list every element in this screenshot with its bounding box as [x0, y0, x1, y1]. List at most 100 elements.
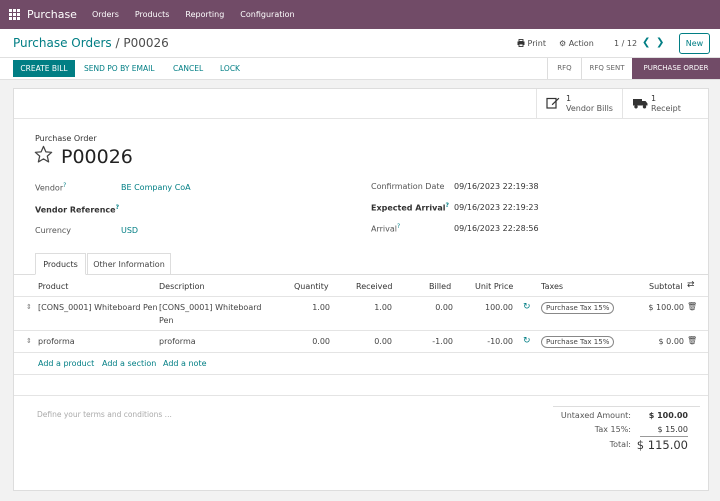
expected-arrival-label: Expected Arrival?: [371, 202, 449, 213]
receipt-label: Receipt: [651, 104, 681, 113]
trash-icon[interactable]: 🗑: [687, 336, 697, 345]
row-divider: [14, 395, 708, 396]
totals-divider: [553, 406, 700, 407]
chevron-left-icon[interactable]: ❮: [642, 37, 650, 48]
col-subtotal[interactable]: Subtotal: [649, 282, 683, 291]
cell-billed[interactable]: 0.00: [417, 303, 453, 312]
breadcrumb-current: P00026: [123, 36, 169, 50]
help-icon: ?: [445, 202, 449, 209]
col-description[interactable]: Description: [159, 282, 205, 291]
send-po-email-button[interactable]: SEND PO BY EMAIL: [84, 64, 155, 73]
create-bill-button[interactable]: CREATE BILL: [13, 60, 75, 77]
expected-arrival-field[interactable]: 09/16/2023 22:19:23: [454, 203, 539, 212]
vendor-bills-label: Vendor Bills: [566, 104, 613, 113]
add-note-link[interactable]: Add a note: [163, 359, 207, 368]
row-divider: [14, 374, 708, 375]
cell-unit-price[interactable]: 100.00: [477, 303, 513, 312]
app-name[interactable]: Purchase: [27, 8, 77, 21]
cell-unit-price[interactable]: -10.00: [477, 337, 513, 346]
cell-quantity[interactable]: 1.00: [294, 303, 330, 312]
cell-description[interactable]: [CONS_0001] Whiteboard: [159, 303, 261, 312]
stage-rfq[interactable]: RFQ: [548, 58, 581, 79]
cancel-button[interactable]: CANCEL: [173, 64, 203, 73]
currency-field[interactable]: USD: [121, 226, 138, 235]
trash-icon[interactable]: 🗑: [687, 302, 697, 311]
add-section-link[interactable]: Add a section: [102, 359, 156, 368]
drag-handle-icon[interactable]: ⇕: [26, 303, 32, 311]
vendor-reference-input[interactable]: [121, 202, 341, 215]
cell-received[interactable]: 0.00: [356, 337, 392, 346]
cell-billed[interactable]: -1.00: [417, 337, 453, 346]
menu-orders[interactable]: Orders: [92, 10, 119, 19]
stage-purchase-order[interactable]: PURCHASE ORDER: [632, 58, 720, 79]
menu-configuration[interactable]: Configuration: [240, 10, 294, 19]
vendor-label-text: Vendor: [35, 183, 64, 193]
breadcrumb-purchase-orders[interactable]: Purchase Orders: [13, 36, 112, 50]
currency-label: Currency: [35, 226, 72, 235]
help-icon: ?: [397, 223, 401, 230]
arrival-label-text: Arrival: [371, 224, 397, 234]
cell-product[interactable]: [CONS_0001] Whiteboard Pen: [38, 303, 158, 312]
arrival-field[interactable]: 09/16/2023 22:28:56: [454, 224, 539, 233]
vendor-field[interactable]: BE Company CoA: [121, 183, 191, 192]
col-billed[interactable]: Billed: [429, 282, 451, 291]
action-button[interactable]: ⚙ Action: [559, 39, 594, 48]
confirmation-date-field[interactable]: 09/16/2023 22:19:38: [454, 182, 539, 191]
chevron-right-icon[interactable]: ❯: [656, 37, 664, 48]
tab-other-information[interactable]: Other Information: [87, 253, 171, 275]
total-divider: [640, 436, 688, 437]
star-icon[interactable]: [34, 145, 53, 164]
control-panel: Purchase Orders / P00026 Print ⚙ Action …: [0, 29, 720, 58]
print-icon: [517, 39, 525, 47]
untaxed-amount-value: $ 100.00: [648, 411, 688, 420]
help-icon: ?: [63, 182, 67, 189]
tab-products[interactable]: Products: [35, 253, 86, 275]
status-bar: CREATE BILL SEND PO BY EMAIL CANCEL LOCK…: [0, 58, 720, 80]
cell-product[interactable]: proforma: [38, 337, 75, 346]
print-button[interactable]: Print: [517, 39, 546, 48]
col-unit-price[interactable]: Unit Price: [475, 282, 513, 291]
tax-badge[interactable]: Purchase Tax 15%: [541, 302, 615, 314]
col-received[interactable]: Received: [356, 282, 392, 291]
stage-rfq-sent[interactable]: RFQ SENT: [582, 58, 632, 79]
optional-columns-icon[interactable]: ⇄: [687, 280, 695, 290]
receipt-smart-button[interactable]: 1 Receipt: [622, 89, 708, 119]
row-divider: [14, 352, 708, 353]
cell-subtotal: $ 0.00: [658, 337, 684, 346]
menu-products[interactable]: Products: [135, 10, 170, 19]
lock-button[interactable]: LOCK: [220, 64, 240, 73]
page-title: P00026: [61, 146, 133, 168]
refresh-icon[interactable]: ↻: [523, 336, 531, 346]
cell-received[interactable]: 1.00: [356, 303, 392, 312]
gear-icon: ⚙: [559, 39, 567, 48]
terms-input[interactable]: Define your terms and conditions ...: [37, 410, 172, 419]
expected-arrival-label-text: Expected Arrival: [371, 203, 446, 213]
vendor-bills-count: 1: [566, 94, 572, 103]
col-product[interactable]: Product: [38, 282, 68, 291]
form-sheet: 1 Vendor Bills 1 Receipt Purchase Order …: [13, 88, 709, 491]
edit-document-icon: [546, 97, 560, 109]
cell-description-cont[interactable]: Pen: [159, 316, 174, 325]
confirmation-date-label: Confirmation Date: [371, 182, 445, 191]
col-quantity[interactable]: Quantity: [294, 282, 329, 291]
cell-quantity[interactable]: 0.00: [294, 337, 330, 346]
truck-icon: [633, 99, 648, 109]
apps-grid-icon[interactable]: [9, 9, 20, 20]
menu-reporting[interactable]: Reporting: [185, 10, 224, 19]
row-divider: [14, 330, 708, 331]
cell-description[interactable]: proforma: [159, 337, 196, 346]
pager-value[interactable]: 1 / 12: [614, 39, 637, 48]
tax-badge[interactable]: Purchase Tax 15%: [541, 336, 615, 348]
drag-handle-icon[interactable]: ⇕: [26, 337, 32, 345]
cell-subtotal: $ 100.00: [648, 303, 684, 312]
help-icon: ?: [115, 204, 120, 211]
arrival-label: Arrival?: [371, 223, 400, 234]
record-type-label: Purchase Order: [35, 134, 97, 143]
total-label: Total:: [609, 440, 631, 449]
vendor-bills-smart-button[interactable]: 1 Vendor Bills: [536, 89, 622, 119]
col-taxes[interactable]: Taxes: [541, 282, 563, 291]
print-label: Print: [527, 39, 546, 48]
add-product-link[interactable]: Add a product: [38, 359, 94, 368]
refresh-icon[interactable]: ↻: [523, 302, 531, 312]
new-button[interactable]: New: [679, 33, 710, 54]
